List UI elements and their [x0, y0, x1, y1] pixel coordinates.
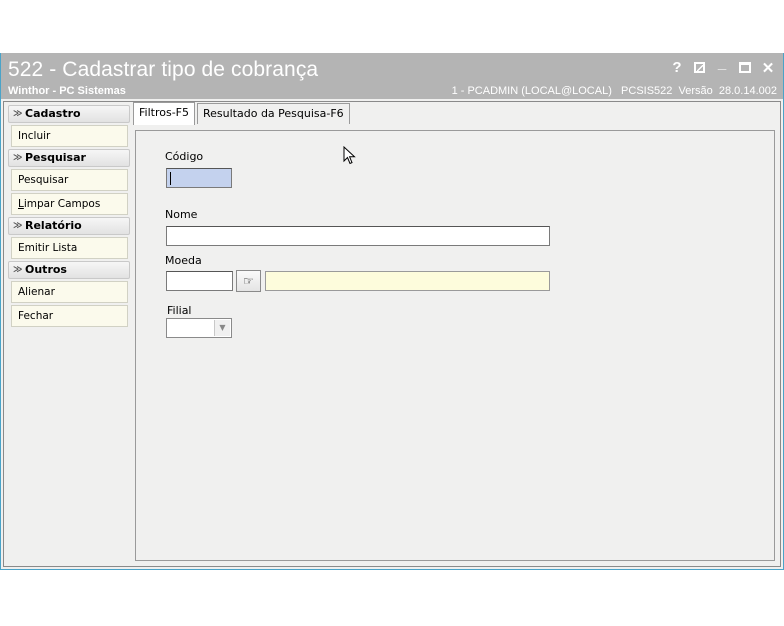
help-button[interactable]: ?: [670, 59, 684, 77]
nome-field[interactable]: [166, 226, 550, 246]
close-button[interactable]: ✕: [761, 59, 775, 77]
double-chevron-icon: ≫: [13, 221, 23, 231]
lookup-icon: ☞: [243, 274, 254, 288]
sidebar-item-limpar-campos[interactable]: Limpar Campos: [11, 193, 128, 215]
content-area: ≫ Cadastro Incluir ≫ Pesquisar Pesquisar…: [3, 101, 781, 567]
sidebar-group-outros[interactable]: ≫ Outros: [8, 261, 130, 279]
tab-filtros[interactable]: Filtros-F5: [133, 102, 195, 125]
sidebar-group-relatorio[interactable]: ≫ Relatório: [8, 217, 130, 235]
sidebar-item-emitir-lista[interactable]: Emitir Lista: [11, 237, 128, 259]
tab-resultado-pesquisa[interactable]: Resultado da Pesquisa-F6: [197, 103, 350, 124]
chevron-down-icon[interactable]: ▼: [214, 320, 230, 336]
filter-panel: Código Nome Moeda ☞ Filial ▼: [135, 130, 775, 561]
double-chevron-icon: ≫: [13, 109, 23, 119]
sidebar-group-cadastro[interactable]: ≫ Cadastro: [8, 105, 130, 123]
mouse-pointer-icon: [343, 146, 356, 165]
nome-label: Nome: [165, 208, 198, 221]
codigo-label: Código: [165, 150, 204, 163]
sidebar-group-title: Relatório: [25, 219, 82, 232]
session-info: 1 - PCADMIN (LOCAL@LOCAL) PCSIS522 Versã…: [451, 85, 777, 97]
main-window: 522 - Cadastrar tipo de cobrança Winthor…: [0, 53, 784, 570]
moeda-description-field: [265, 271, 550, 291]
sidebar-item-fechar[interactable]: Fechar: [11, 305, 128, 327]
title-bar[interactable]: 522 - Cadastrar tipo de cobrança Winthor…: [1, 53, 783, 99]
moeda-label: Moeda: [165, 254, 202, 267]
text-caret: [170, 172, 171, 185]
sidebar-group-pesquisar[interactable]: ≫ Pesquisar: [8, 149, 130, 167]
filial-label: Filial: [167, 304, 192, 317]
sidebar-group-title: Outros: [25, 263, 67, 276]
filial-select[interactable]: ▼: [166, 318, 232, 338]
sidebar-item-alienar[interactable]: Alienar: [11, 281, 128, 303]
sidebar-item-incluir[interactable]: Incluir: [11, 125, 128, 147]
double-chevron-icon: ≫: [13, 153, 23, 163]
window-controls: ? _ ✕: [670, 55, 775, 77]
sidebar-group-title: Pesquisar: [25, 151, 86, 164]
tab-bar: Filtros-F5 Resultado da Pesquisa-F6: [133, 102, 352, 125]
moeda-code-field[interactable]: [166, 271, 233, 291]
sidebar-item-pesquisar[interactable]: Pesquisar: [11, 169, 128, 191]
sidebar: ≫ Cadastro Incluir ≫ Pesquisar Pesquisar…: [8, 104, 130, 329]
window-title: 522 - Cadastrar tipo de cobrança: [8, 58, 319, 81]
codigo-field[interactable]: [166, 168, 232, 188]
minimize-button[interactable]: _: [715, 55, 729, 77]
maximize-icon[interactable]: [739, 62, 751, 73]
window-subtitle: Winthor - PC Sistemas: [8, 85, 126, 97]
moeda-lookup-button[interactable]: ☞: [236, 270, 261, 292]
double-chevron-icon: ≫: [13, 265, 23, 275]
restore-icon[interactable]: [694, 62, 705, 73]
sidebar-group-title: Cadastro: [25, 107, 81, 120]
